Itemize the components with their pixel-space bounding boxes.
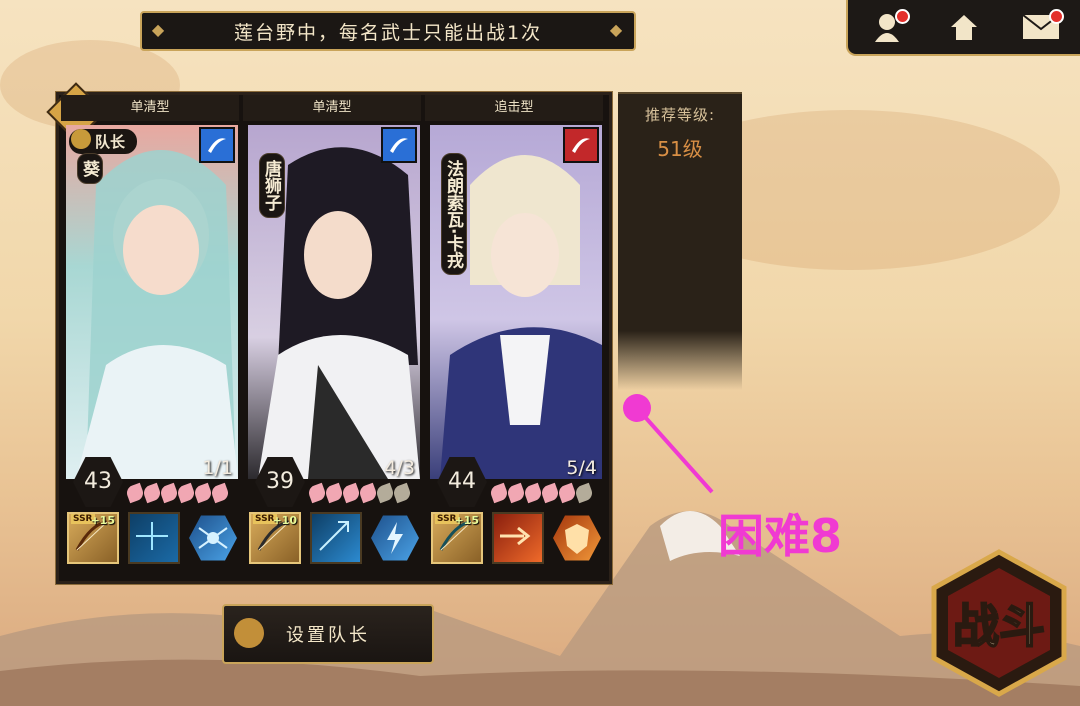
star-petal-filled [556,482,578,504]
character-button[interactable] [862,7,912,47]
star-petal-filled [522,482,544,504]
annotation-label: 困难8 [718,509,843,563]
star-rating [306,482,413,504]
star-petal-filled [539,482,561,504]
skill-row: SSR +15 [431,507,601,569]
lightning-skill-icon [387,522,403,554]
fight-button-label: 战斗 [953,599,1045,653]
weapon-slot[interactable]: SSR +10 [249,512,301,564]
skill-slot[interactable] [371,515,419,561]
diamond-ornament-icon: ◆ [151,20,167,39]
star-petal-filled [192,482,214,504]
star-petal-filled [158,482,180,504]
recommended-level-panel: 推荐等级: 51级 [618,92,742,390]
star-petal-empty [391,482,413,504]
deploy-count: 4/3 [384,457,415,479]
star-petal-empty [374,482,396,504]
captain-tag: 队长 [69,129,138,154]
character-card[interactable]: 追击型 法朗索瓦·卡戎 44 5/4 SSR +15 [425,95,603,575]
character-name: 葵 [77,153,103,184]
deploy-count: 5/4 [566,457,597,479]
star-petal-filled [488,482,510,504]
recommended-level-value: 51级 [657,137,703,161]
star-petal-filled [323,482,345,504]
skill-slot[interactable] [189,515,237,561]
character-card[interactable]: 单清型 队长 葵 43 1/1 SSR +15 [61,95,239,575]
arrow-skill-icon [319,521,349,551]
captain-icon [71,129,91,149]
skill-slot[interactable] [310,512,362,564]
element-icon [199,127,235,163]
skill-slot[interactable] [492,512,544,564]
star-rating [124,482,231,504]
star-petal-filled [124,482,146,504]
skill-slot[interactable] [128,512,180,564]
rule-banner: ◆ 莲台野中，每名武士只能出战1次 ◆ [140,11,636,51]
diamond-ornament-icon: ◆ [609,20,625,39]
skill-row: SSR +10 [249,507,419,569]
fire-arrow-skill-icon [500,526,531,546]
character-name: 唐狮子 [259,153,285,218]
notification-badge [1049,9,1065,24]
star-rating [488,482,595,504]
top-menu-bar [846,0,1080,56]
deploy-count: 1/1 [202,457,233,479]
notification-badge [894,9,910,24]
star-petal-filled [141,482,163,504]
element-icon [381,127,417,163]
captain-icon [234,618,264,648]
skill-row: SSR +15 [67,507,237,569]
skill-slot[interactable] [553,515,601,561]
set-captain-button[interactable]: 设置队长 [222,604,434,664]
star-petal-filled [340,482,362,504]
card-type: 追击型 [425,95,603,121]
star-petal-filled [209,482,231,504]
card-type: 单清型 [61,95,239,121]
star-petal-filled [306,482,328,504]
fight-button[interactable]: 战斗 [924,548,1074,698]
mail-button[interactable] [1016,7,1066,47]
home-icon [950,15,977,40]
card-type: 单清型 [243,95,421,121]
star-petal-filled [505,482,527,504]
spider-skill-icon [198,527,228,549]
team-panel: ! 单清型 队长 葵 43 1/1 SSR +15 [46,82,612,584]
star-petal-empty [573,482,595,504]
home-button[interactable] [939,7,989,47]
rule-text: 莲台野中，每名武士只能出战1次 [233,21,543,44]
weapon-slot[interactable]: SSR +15 [67,512,119,564]
element-icon [563,127,599,163]
recommended-level-label: 推荐等级: [644,106,716,124]
character-name: 法朗索瓦·卡戎 [441,153,467,276]
weapon-slot[interactable]: SSR +15 [431,512,483,564]
shield-skill-icon [565,524,589,554]
crossbow-skill-icon [136,522,168,550]
character-card[interactable]: 单清型 唐狮子 39 4/3 SSR +10 [243,95,421,575]
star-petal-filled [357,482,379,504]
star-petal-filled [175,482,197,504]
